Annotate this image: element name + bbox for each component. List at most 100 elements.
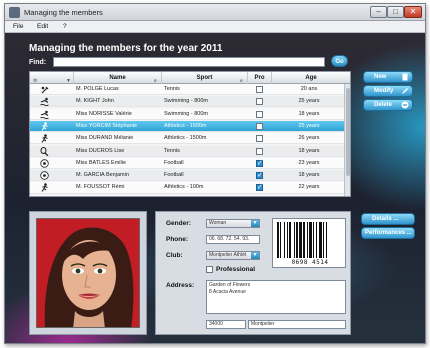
pencil-icon [402,88,408,94]
cell-name: Miss DURAND Mélanie [76,135,134,142]
runner-icon [41,183,48,193]
pro-checkbox[interactable] [256,98,263,106]
table-row[interactable]: M. POLGE Lucas Tennis 20 ans [30,84,344,96]
cell-name: M. FOUSSOT Rémi [76,184,125,191]
cell-name: Miss BATLES Emilie [76,159,127,166]
barcode-bar [326,222,327,258]
pro-checkbox[interactable] [256,122,263,130]
performances-button[interactable]: Performances ... [361,227,415,239]
city-field[interactable]: Montpelier [248,320,346,329]
gender-label: Gender: [166,220,191,227]
column-header-sport[interactable]: Sport ⌕ [162,72,248,84]
professional-label: Professional [216,266,256,273]
table-header: ⚙ ▼ Name ⌕ Sport ⌕ Pro Age [30,72,350,84]
barcode-bar [296,222,298,258]
professional-checkbox[interactable] [206,266,213,273]
search-input[interactable] [53,57,325,67]
address-field[interactable]: Garden of Flowers 8 Acacia Avenue [206,280,346,314]
golf-icon [41,86,49,94]
table-row[interactable]: M. KIGHT John Swimming - 800m 25 years [30,96,344,108]
pro-checkbox[interactable] [256,135,263,143]
club-label: Club: [166,252,183,259]
members-table: ⚙ ▼ Name ⌕ Sport ⌕ Pro Age M. POLGE Luca… [29,71,351,197]
cell-age: 25 years [298,122,320,129]
cell-age: 18 years [298,147,320,154]
details-button[interactable]: Details ... [361,213,415,225]
swimmer-icon [40,110,49,119]
table-row[interactable]: Miss NORISSE Valérie Swimming - 800m 18 ye… [30,108,344,120]
cell-age: 25 years [298,98,320,105]
close-button[interactable]: ✕ [404,6,422,18]
cell-sport: Athletics - 100m [164,184,204,191]
cell-age: 20 ans [300,86,318,92]
barcode-bar [294,222,295,258]
cell-sport: Football [164,172,184,179]
maximize-button[interactable]: □ [387,6,404,18]
postcode-field[interactable]: 34000 [206,320,246,329]
club-select[interactable]: Montpelier Athlét ▼ [206,251,260,260]
column-header-icon[interactable]: ⚙ ▼ [30,72,74,84]
barcode-bar [313,222,314,258]
menu-edit[interactable]: Edit [37,23,48,30]
phone-label: Phone: [166,236,189,243]
tennis-icon [40,146,49,156]
table-row[interactable]: Miss YORCIM Stéphanie Athletics - 1500m 25… [30,120,344,133]
barcode: 0698 4514 [272,218,346,268]
barcode-bar [316,222,317,258]
cell-sport: Athletics - 1500m [164,122,207,129]
chevron-down-icon: ▼ [251,220,259,227]
minimize-button[interactable]: – [370,6,387,18]
cell-age: 23 years [298,159,320,166]
chevron-down-icon: ▼ [251,252,259,259]
table-row[interactable]: M. GARCIA Benjamin Football 18 years [30,170,344,181]
column-header-pro[interactable]: Pro [248,72,272,84]
table-scrollbar[interactable] [344,84,350,196]
football-icon [40,159,49,168]
menu-help[interactable]: ? [63,23,67,30]
pro-checkbox[interactable] [256,86,263,93]
gender-select[interactable]: Woman ▼ [206,219,260,228]
app-window: Managing the members – □ ✕ File Edit ? M… [4,3,426,344]
delete-button[interactable]: Delete [363,99,413,111]
runner-icon [41,122,48,131]
table-row[interactable]: Miss BATLES Emilie Football 23 years [30,157,344,169]
main-content: Managing the members for the year 2011 F… [5,33,425,343]
barcode-bar [323,222,324,258]
phone-field[interactable]: 06. 68. 72. 54. 93. [206,235,260,244]
pro-checkbox[interactable] [256,158,263,169]
go-button[interactable]: Go [331,55,348,67]
football-icon [40,171,49,180]
pro-checkbox[interactable] [256,147,263,155]
scrollbar-thumb[interactable] [346,88,350,176]
column-header-name[interactable]: Name ⌕ [74,72,162,84]
page-title: Managing the members for the year 2011 [29,43,223,54]
column-header-age[interactable]: Age [272,72,350,84]
menu-file[interactable]: File [13,23,23,30]
barcode-bar [307,222,308,258]
cell-sport: Football [164,159,184,166]
cell-name: Miss NORISSE Valérie [76,110,132,117]
barcode-bar [299,222,302,258]
cell-name: M. GARCIA Benjamin [76,172,129,179]
modify-button[interactable]: Modify [363,85,413,97]
table-row[interactable]: Miss DUCROS Lise Tennis 18 years [30,145,344,157]
cell-sport: Tennis [164,147,180,154]
barcode-number: 0698 4514 [291,259,329,266]
cell-sport: Swimming - 800m [164,110,209,117]
table-row[interactable]: M. FOUSSOT Rémi Athletics - 100m 22 years [30,182,344,194]
cell-age: 22 years [298,184,320,191]
pro-checkbox[interactable] [256,182,263,194]
minus-circle-icon [401,101,409,109]
address-label: Address: [166,282,195,289]
member-details-form: Gender: Woman ▼ Phone: 06. 68. 72. 54. 9… [155,211,351,335]
new-button[interactable]: New [363,71,413,83]
menu-bar: File Edit ? [5,21,425,33]
window-title: Managing the members [24,8,103,17]
pro-checkbox[interactable] [256,110,263,118]
cell-name: M. KIGHT John [76,98,114,105]
cell-name: Miss DUCROS Lise [76,147,125,154]
barcode-bars [277,222,327,258]
barcode-bar [280,222,281,258]
pro-checkbox[interactable] [256,170,263,181]
table-row[interactable]: Miss DURAND Mélanie Athletics - 1500m 26 y… [30,133,344,145]
